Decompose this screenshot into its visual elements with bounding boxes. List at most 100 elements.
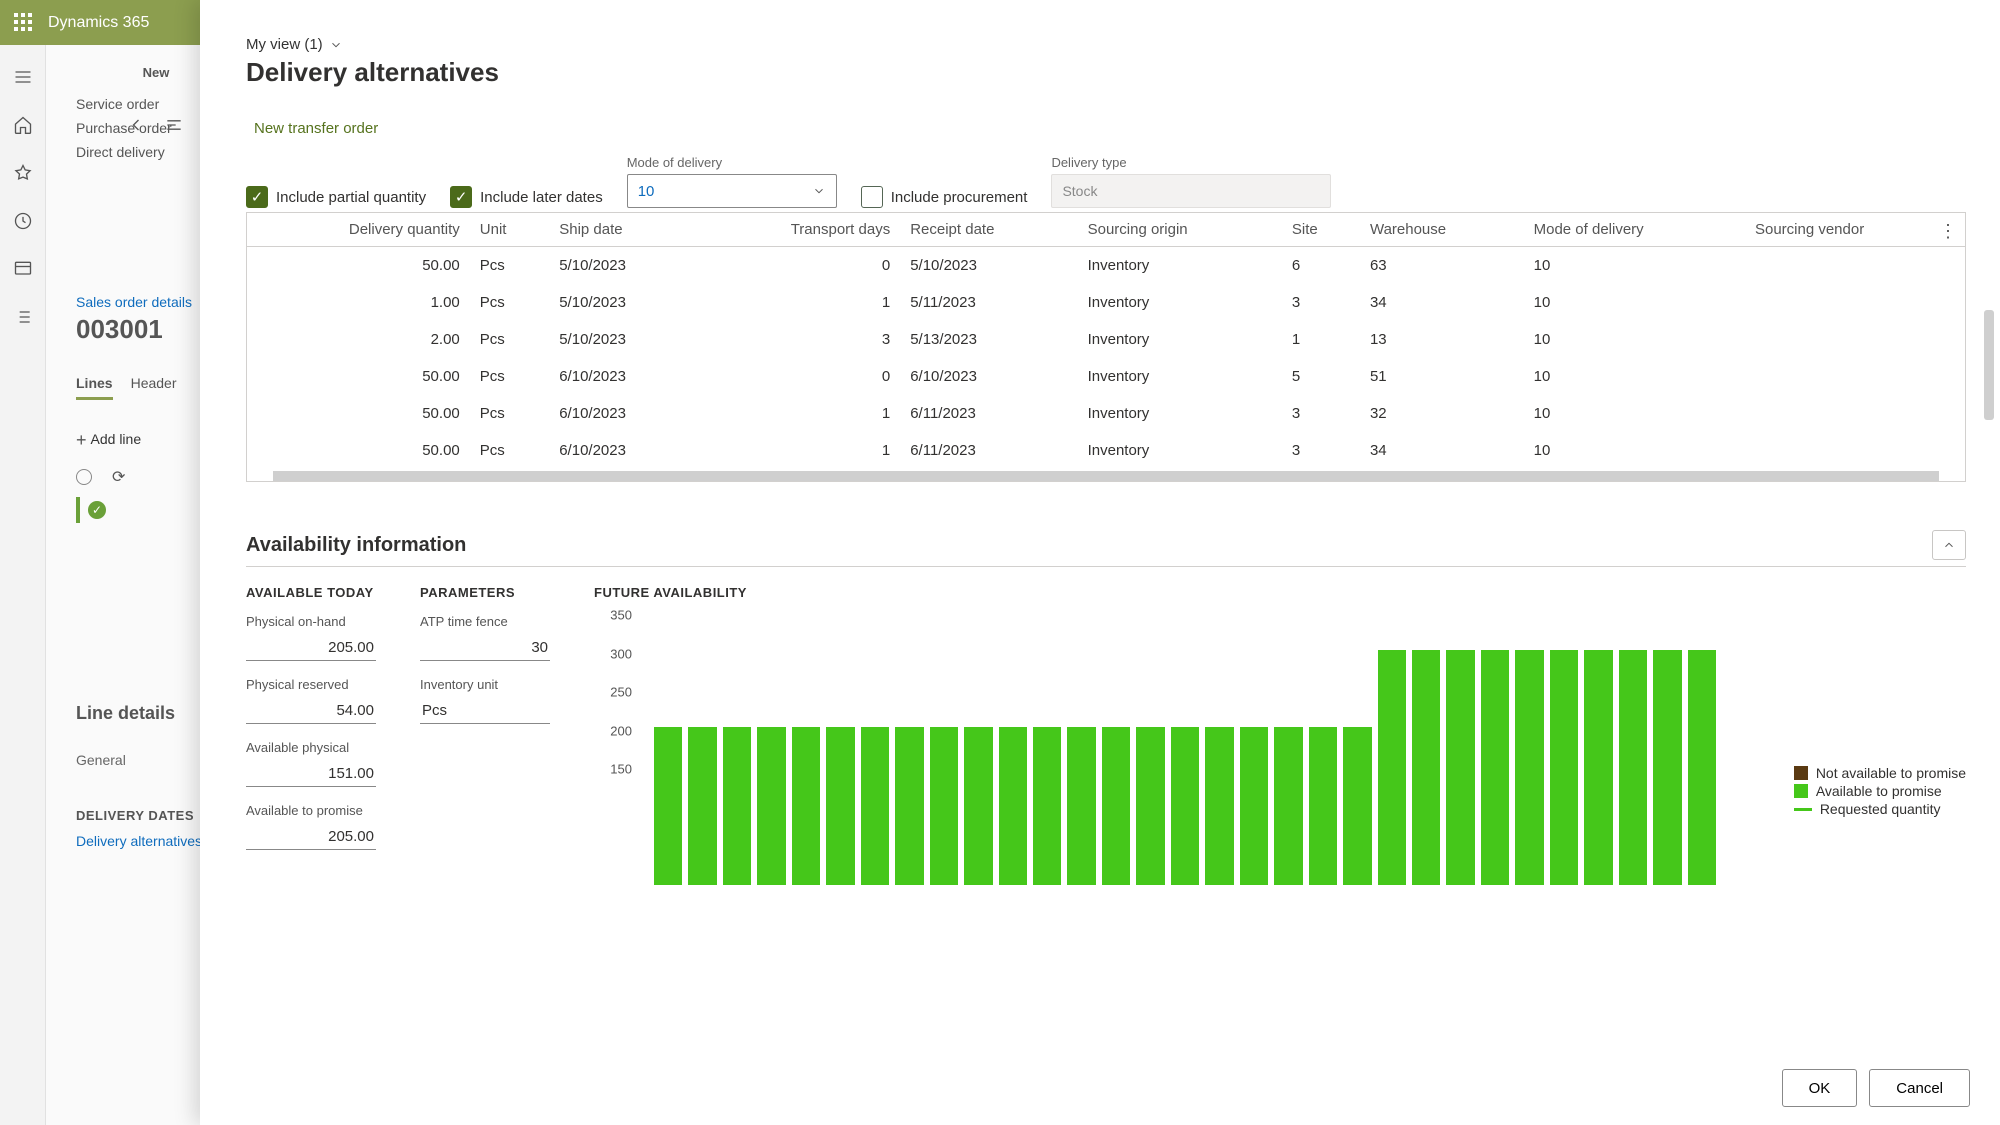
row-select-circle[interactable] xyxy=(76,469,92,485)
cell: 50.00 xyxy=(247,395,470,432)
chart-bar xyxy=(1240,727,1268,885)
include-procurement-checkbox[interactable]: Include procurement xyxy=(861,186,1028,208)
chart-bar xyxy=(1481,650,1509,885)
workspace-icon[interactable] xyxy=(13,259,33,279)
mode-of-delivery-select[interactable]: 10 xyxy=(627,174,837,208)
cell: Inventory xyxy=(1078,395,1282,432)
row-check-icon[interactable]: ✓ xyxy=(88,501,106,519)
chart-bar xyxy=(999,727,1027,885)
app-launcher-icon[interactable] xyxy=(14,13,34,33)
hamburger-icon[interactable] xyxy=(13,67,33,87)
cell: 13 xyxy=(1360,321,1524,358)
cell: 1 xyxy=(697,432,900,469)
cell: 5/13/2023 xyxy=(900,321,1077,358)
collapse-button[interactable] xyxy=(1932,530,1966,560)
cell: 51 xyxy=(1360,358,1524,395)
cell xyxy=(1745,247,1965,285)
col-header[interactable]: Delivery quantity xyxy=(247,213,470,247)
cell: 10 xyxy=(1524,395,1745,432)
star-icon[interactable] xyxy=(13,163,33,183)
table-row[interactable]: 1.00Pcs5/10/202315/11/2023Inventory33410 xyxy=(247,284,1965,321)
col-header[interactable]: Site xyxy=(1282,213,1360,247)
table-row[interactable]: 50.00Pcs6/10/202306/10/2023Inventory5511… xyxy=(247,358,1965,395)
home-icon[interactable] xyxy=(13,115,33,135)
chart-bar xyxy=(1309,727,1337,885)
chart-bar xyxy=(1067,727,1095,885)
future-availability-heading: FUTURE AVAILABILITY xyxy=(594,585,1966,600)
atp-label: Available to promise xyxy=(246,803,376,818)
list-icon[interactable] xyxy=(13,307,33,327)
cell: 1 xyxy=(1282,321,1360,358)
chart-bar xyxy=(654,727,682,885)
chart-bar xyxy=(1343,727,1371,885)
available-physical-label: Available physical xyxy=(246,740,376,755)
checkmark-icon: ✓ xyxy=(246,186,268,208)
plus-icon: + xyxy=(76,430,87,450)
tab-lines[interactable]: Lines xyxy=(76,375,113,400)
table-row[interactable]: 50.00Pcs6/10/202316/11/2023Inventory3341… xyxy=(247,432,1965,469)
cell: 6 xyxy=(1282,247,1360,285)
cancel-button[interactable]: Cancel xyxy=(1869,1069,1970,1107)
ok-button[interactable]: OK xyxy=(1782,1069,1858,1107)
view-selector[interactable]: My view (1) xyxy=(246,36,343,53)
recent-icon[interactable] xyxy=(13,211,33,231)
table-row[interactable]: 2.00Pcs5/10/202335/13/2023Inventory11310 xyxy=(247,321,1965,358)
cell: 10 xyxy=(1524,432,1745,469)
refresh-icon[interactable]: ⟳ xyxy=(112,467,125,487)
chart-bar xyxy=(1102,727,1130,885)
tab-header[interactable]: Header xyxy=(131,375,177,400)
cell: 6/11/2023 xyxy=(900,432,1077,469)
chart-bar xyxy=(1033,727,1061,885)
col-header[interactable]: Warehouse xyxy=(1360,213,1524,247)
col-header[interactable]: Sourcing vendor xyxy=(1745,213,1965,247)
inv-unit-label: Inventory unit xyxy=(420,677,550,692)
chart-bar xyxy=(964,727,992,885)
table-row[interactable]: 50.00Pcs6/10/202316/11/2023Inventory3321… xyxy=(247,395,1965,432)
legend-swatch xyxy=(1794,808,1812,811)
col-header[interactable]: Sourcing origin xyxy=(1078,213,1282,247)
horizontal-scrollbar[interactable] xyxy=(273,471,1939,481)
cell: 1 xyxy=(697,284,900,321)
cell: 3 xyxy=(697,321,900,358)
cell: 50.00 xyxy=(247,358,470,395)
include-partial-label: Include partial quantity xyxy=(276,189,426,206)
legend-item: Not available to promise xyxy=(1794,765,1966,781)
chart-bar xyxy=(895,727,923,885)
cell: 32 xyxy=(1360,395,1524,432)
cell: 1.00 xyxy=(247,284,470,321)
chart-bar xyxy=(1274,727,1302,885)
atp-fence-value: 30 xyxy=(420,635,550,661)
col-header[interactable]: Transport days xyxy=(697,213,900,247)
cell: 6/11/2023 xyxy=(900,395,1077,432)
cell: Pcs xyxy=(470,432,549,469)
table-more-icon[interactable]: ⋮ xyxy=(1939,221,1957,242)
cell xyxy=(1745,432,1965,469)
legend-item: Requested quantity xyxy=(1794,801,1966,817)
brand-bar: Dynamics 365 xyxy=(0,0,220,45)
new-transfer-order-link[interactable]: New transfer order xyxy=(254,120,378,137)
table-row[interactable]: 50.00Pcs5/10/202305/10/2023Inventory6631… xyxy=(247,247,1965,285)
col-header[interactable]: Mode of delivery xyxy=(1524,213,1745,247)
cell: 3 xyxy=(1282,432,1360,469)
col-header[interactable]: Receipt date xyxy=(900,213,1077,247)
y-tick: 200 xyxy=(610,723,632,738)
chart-bar xyxy=(1653,650,1681,885)
chart-bar xyxy=(1378,650,1406,885)
include-partial-checkbox[interactable]: ✓ Include partial quantity xyxy=(246,186,426,208)
chart-bar xyxy=(1584,650,1612,885)
mode-of-delivery-label: Mode of delivery xyxy=(627,155,837,170)
col-header[interactable]: Unit xyxy=(470,213,549,247)
cell: 34 xyxy=(1360,284,1524,321)
physical-on-hand-label: Physical on-hand xyxy=(246,614,376,629)
chevron-down-icon xyxy=(812,184,826,198)
vertical-scrollbar[interactable] xyxy=(1984,310,1994,420)
cell: 0 xyxy=(697,247,900,285)
cell: 34 xyxy=(1360,432,1524,469)
inv-unit-value: Pcs xyxy=(420,698,550,724)
cell: 10 xyxy=(1524,321,1745,358)
checkmark-icon: ✓ xyxy=(450,186,472,208)
legend-label: Requested quantity xyxy=(1820,801,1941,817)
col-header[interactable]: Ship date xyxy=(549,213,697,247)
include-later-checkbox[interactable]: ✓ Include later dates xyxy=(450,186,603,208)
physical-on-hand-value: 205.00 xyxy=(246,635,376,661)
